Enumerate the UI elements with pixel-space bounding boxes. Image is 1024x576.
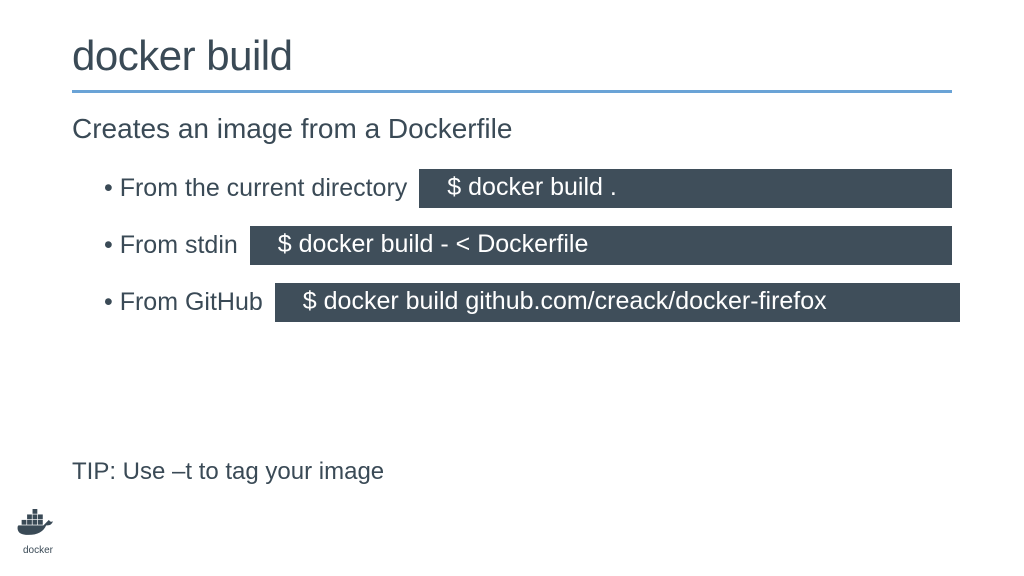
code-snippet: $ docker build . <box>419 169 952 208</box>
bullet-item: From stdin $ docker build - < Dockerfile <box>104 226 952 265</box>
title-divider <box>72 90 952 93</box>
bullet-item: From the current directory $ docker buil… <box>104 169 952 208</box>
docker-logo: docker <box>16 509 60 556</box>
bullet-label: From stdin <box>104 231 238 260</box>
bullet-label: From GitHub <box>104 288 263 317</box>
bullet-list: From the current directory $ docker buil… <box>72 169 952 322</box>
slide-content: docker build Creates an image from a Doc… <box>0 0 1024 322</box>
code-snippet: $ docker build - < Dockerfile <box>250 226 952 265</box>
whale-icon <box>16 509 60 544</box>
slide-subtitle: Creates an image from a Dockerfile <box>72 113 952 145</box>
bullet-label: From the current directory <box>104 174 407 203</box>
code-snippet: $ docker build github.com/creack/docker-… <box>275 283 960 322</box>
tip-text: TIP: Use –t to tag your image <box>72 458 384 486</box>
bullet-item: From GitHub $ docker build github.com/cr… <box>104 283 952 322</box>
slide-title: docker build <box>72 32 952 80</box>
logo-label: docker <box>23 545 53 556</box>
